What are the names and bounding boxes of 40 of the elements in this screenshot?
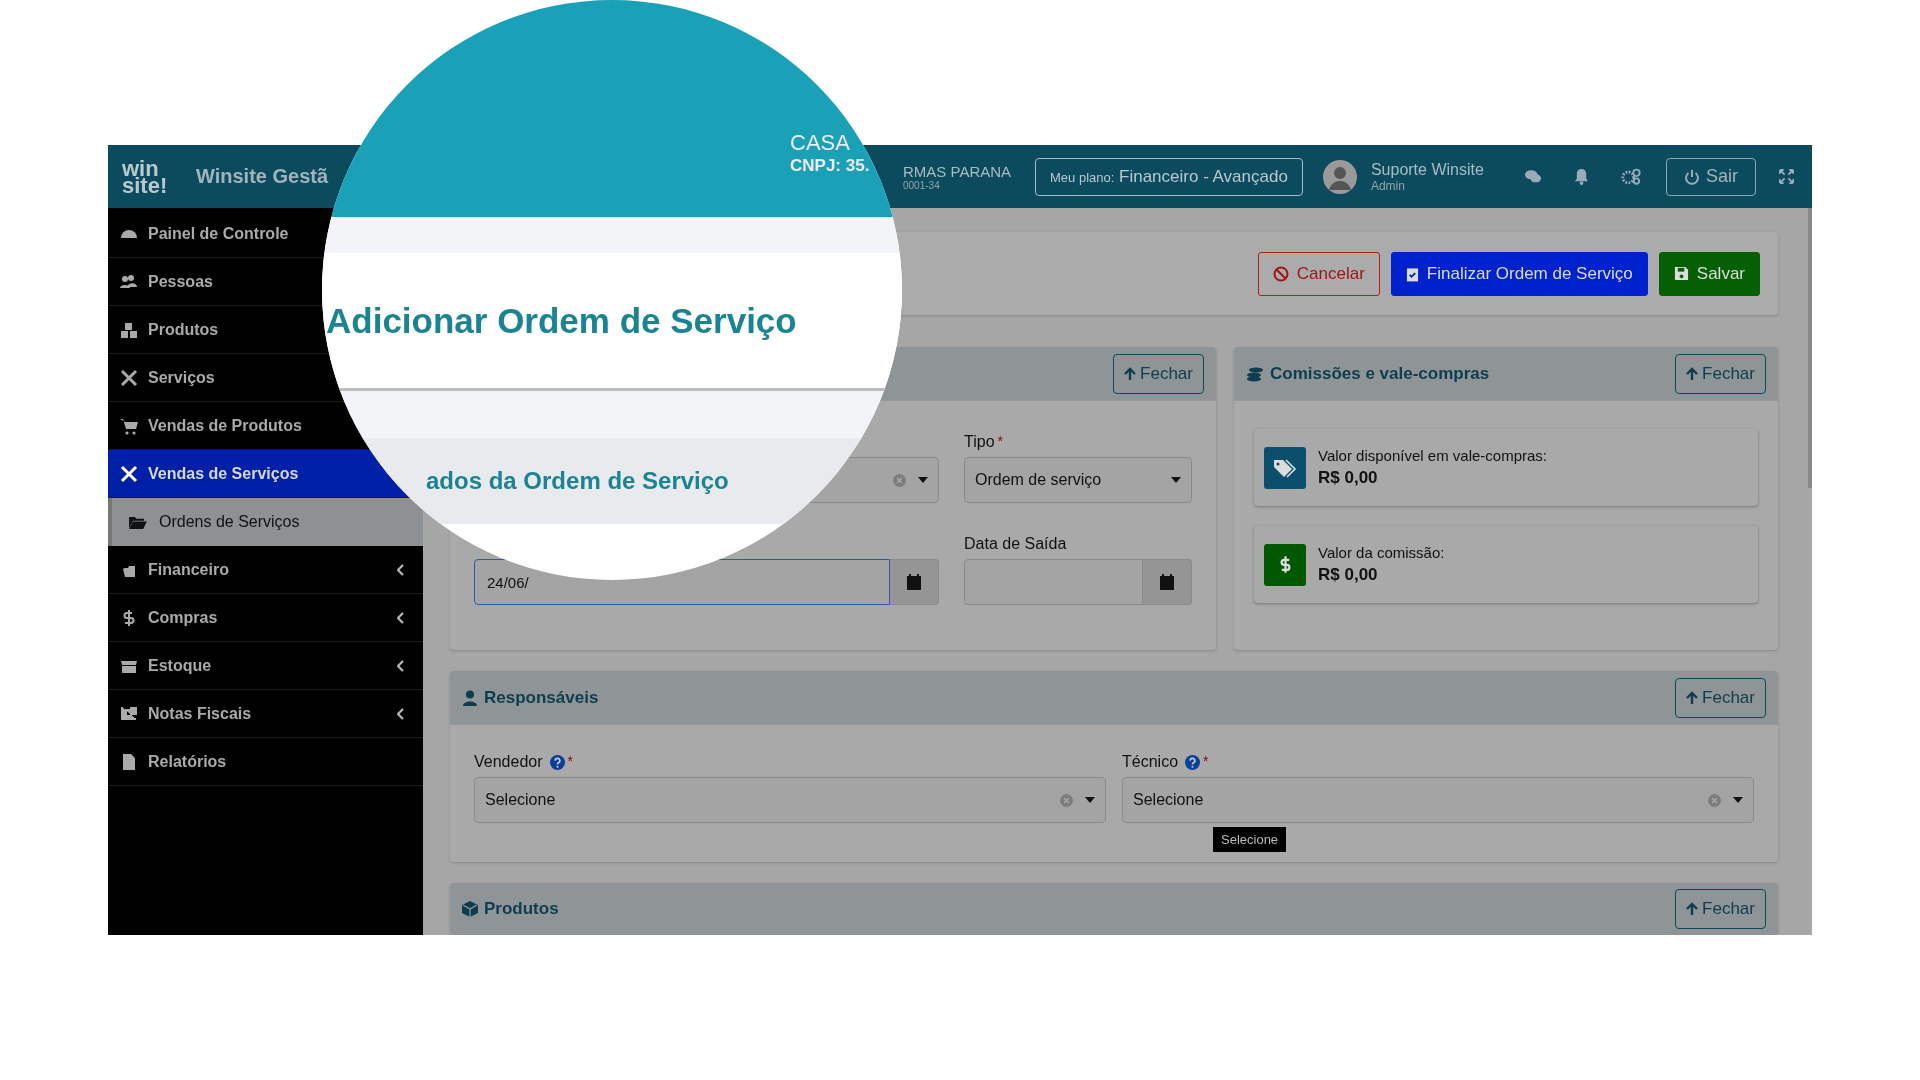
sidebar-item[interactable]: Estoque [108, 642, 423, 690]
panel-title: Responsáveis [484, 687, 599, 708]
action-button[interactable]: Salvar [1658, 251, 1760, 296]
user-role: Admin [1370, 178, 1406, 193]
type-select[interactable]: Ordem de serviço [964, 457, 1192, 504]
field-label: Tipo [964, 433, 995, 452]
sidebar-item[interactable]: Relatórios [108, 738, 423, 786]
field-label: Data de Saída [964, 535, 1067, 554]
required-mark: * [1203, 753, 1209, 770]
field-label: Vendedor [474, 753, 543, 772]
company-name: RMAS PARANA [903, 162, 1013, 180]
required-mark: * [567, 753, 573, 770]
info-label: Valor da comissão: [1318, 544, 1445, 562]
sidebar-item[interactable]: Compras [108, 594, 423, 642]
close-section-button[interactable]: Fechar [1675, 353, 1766, 394]
section-title: ados da Ordem de Serviço [426, 467, 729, 495]
company-id: 0001-34 [903, 179, 941, 191]
plan-button[interactable]: Meu plano: Financeiro - Avançado [1035, 157, 1303, 196]
sidebar-item[interactable]: Notas Fiscais [108, 690, 423, 738]
user-name: Suporte Winsite [1370, 160, 1485, 179]
info-label: Valor disponível em vale-compras: [1318, 447, 1547, 465]
submenu-item[interactable]: Ordens de Serviços [108, 498, 423, 546]
logo: win site! [122, 159, 169, 194]
close-section-button[interactable]: Fechar [1675, 889, 1766, 930]
info-value: R$ 0,00 [1318, 565, 1379, 586]
close-section-button[interactable]: Fechar [1675, 677, 1766, 718]
company-name: CASA [790, 130, 851, 156]
tooltip: Selecione [1213, 827, 1287, 853]
panel-title: Produtos [484, 899, 559, 920]
close-section-button[interactable]: Fechar [1113, 353, 1204, 394]
app-name: Winsite Gestã [196, 165, 329, 188]
company-id: CNPJ: 35. [790, 156, 871, 176]
required-mark: * [997, 433, 1003, 450]
select-field[interactable]: Selecione [474, 777, 1106, 824]
field-label: Técnico [1122, 753, 1179, 772]
panel-title: Comissões e vale-compras [1270, 363, 1490, 384]
logout-button[interactable]: Sair [1665, 157, 1756, 196]
action-button[interactable]: Finalizar Ordem de Serviço [1390, 251, 1648, 296]
select-field[interactable]: Selecione [1122, 777, 1754, 824]
info-value: R$ 0,00 [1318, 468, 1379, 489]
